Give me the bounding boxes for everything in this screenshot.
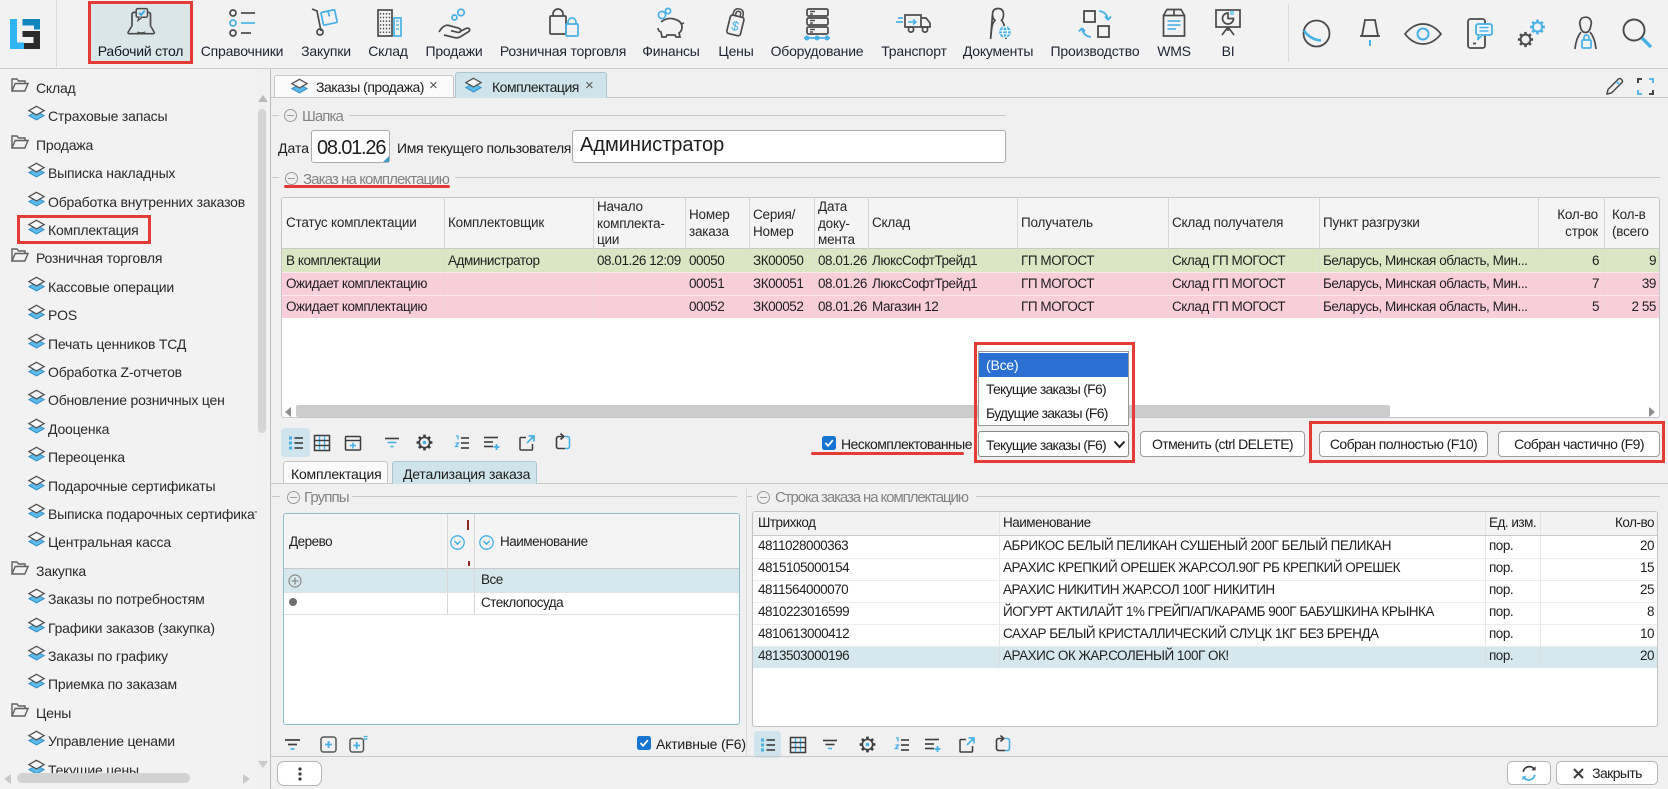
svg-text:$: $	[730, 18, 741, 34]
